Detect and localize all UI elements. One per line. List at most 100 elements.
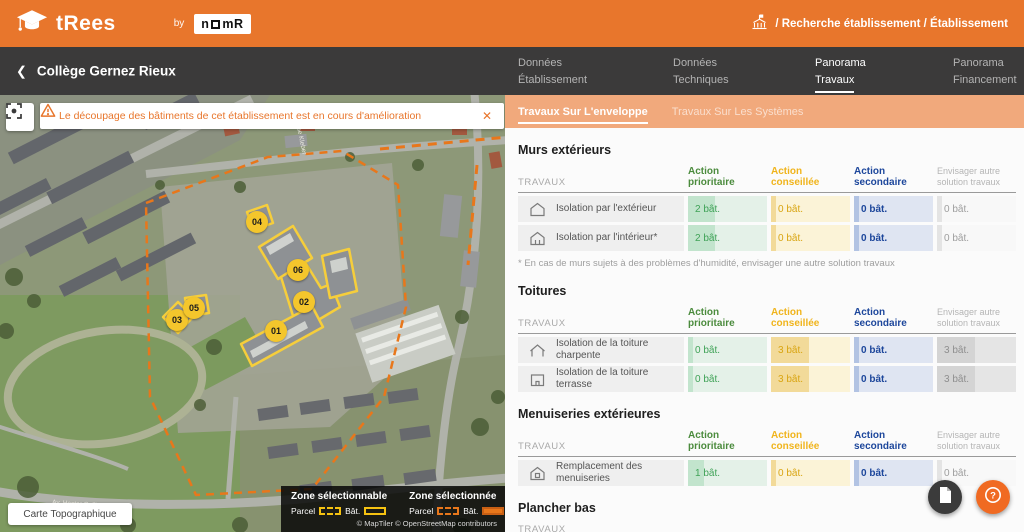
graduation-cap-icon — [16, 8, 48, 40]
value-text: 0 bât. — [854, 233, 887, 244]
value-text: 0 bât. — [854, 374, 887, 385]
value-text: 0 bât. — [854, 204, 887, 215]
tab-donnees-techniques[interactable]: DonnéesTechniques — [673, 55, 729, 88]
value-cell-green: 0 bât. — [688, 337, 767, 363]
column-header-travaux: TRAVAUX — [518, 177, 684, 188]
value-cell-gray: 3 bât. — [937, 366, 1016, 392]
value-text: 0 bât. — [771, 204, 803, 215]
svg-text:?: ? — [990, 490, 996, 501]
bat-label: Bât. — [345, 506, 360, 516]
value-cell-green: 1 bât. — [688, 460, 767, 486]
travaux-panel: Travaux Sur L'enveloppe Travaux Sur Les … — [505, 95, 1024, 532]
school-building-icon — [751, 14, 768, 33]
travaux-cell: Isolation de la toiture charpente — [518, 337, 684, 363]
value-cell-blue: 0 bât. — [854, 196, 933, 222]
brand-logo[interactable]: tRees — [16, 8, 116, 40]
column-header: Envisager autre solution travaux — [937, 430, 1016, 452]
building-marker-04[interactable]: 04 — [246, 211, 268, 233]
travaux-cell: Isolation par l'intérieur* — [518, 225, 684, 251]
close-icon[interactable]: ✕ — [480, 109, 494, 123]
value-cell-amber: 0 bât. — [771, 460, 850, 486]
column-header: Action secondaire — [854, 430, 933, 452]
value-cell-blue: 0 bât. — [854, 460, 933, 486]
table-header: TRAVAUXAction prioritaireAction conseill… — [518, 166, 1016, 193]
recenter-map-button[interactable] — [6, 103, 34, 131]
tab-travaux-systemes[interactable]: Travaux Sur Les Systèmes — [672, 95, 804, 128]
value-text: 0 bât. — [771, 468, 803, 479]
column-header: Action conseillée — [771, 307, 850, 329]
value-text: 0 bât. — [688, 374, 720, 385]
travaux-cell: Isolation par l'extérieur — [518, 196, 684, 222]
building-marker-05[interactable]: 05 — [183, 297, 205, 319]
map-canvas: Rue Kleber Av. Hector Golliot — [0, 95, 505, 532]
column-header: Envisager autre solution travaux — [937, 307, 1016, 329]
house-outline-icon — [518, 201, 556, 218]
parcel-label: Parcel — [291, 506, 315, 516]
value-text: 3 bât. — [937, 345, 969, 356]
legend-selected: Zone sélectionnée Parcel Bât. — [409, 491, 504, 516]
house-window-icon — [518, 465, 556, 482]
by-label: by — [174, 18, 185, 29]
breadcrumb[interactable]: / Recherche établissement / Établissemen… — [751, 14, 1008, 33]
tab-panorama-travaux[interactable]: PanoramaTravaux — [815, 55, 866, 93]
app-window: tRees by nmR / Recherche établissement /… — [0, 0, 1024, 532]
value-cell-blue: 0 bât. — [854, 225, 933, 251]
value-text: 3 bât. — [771, 345, 803, 356]
value-cell-blue: 0 bât. — [854, 337, 933, 363]
brand-name: tRees — [56, 12, 116, 36]
topographic-map-button[interactable]: Carte Topographique — [8, 503, 132, 525]
column-header-travaux: TRAVAUX — [518, 441, 684, 452]
namr-square-glyph — [211, 20, 220, 29]
help-button[interactable]: ? — [976, 480, 1010, 514]
section-menuiseries-ext-rieures: Menuiseries extérieures TRAVAUXAction pri… — [518, 407, 1016, 486]
column-header: Action prioritaire — [688, 307, 767, 329]
value-cell-plain: 0 bât. — [937, 225, 1016, 251]
export-document-button[interactable] — [928, 480, 962, 514]
map-legend: Zone sélectionnable Parcel Bât. Zone sél… — [281, 486, 505, 532]
travaux-label: Isolation par l'extérieur — [556, 203, 660, 216]
value-cell-gray: 3 bât. — [937, 337, 1016, 363]
value-text: 1 bât. — [688, 468, 720, 479]
tab-travaux-enveloppe[interactable]: Travaux Sur L'enveloppe — [518, 95, 648, 128]
panel-tabbar: Travaux Sur L'enveloppe Travaux Sur Les … — [505, 95, 1024, 128]
section-title: Menuiseries extérieures — [518, 407, 1016, 421]
tab-donnees-etablissement[interactable]: DonnéesÉtablissement — [518, 55, 587, 88]
table-row: Isolation par l'intérieur* 2 bât. 0 bât. 0 … — [518, 225, 1016, 251]
establishment-title: Collège Gernez Rieux — [37, 64, 176, 79]
travaux-label: Isolation de la toiture charpente — [556, 338, 684, 363]
value-cell-green: 2 bât. — [688, 225, 767, 251]
value-text: 2 bât. — [688, 204, 720, 215]
value-text: 3 bât. — [937, 374, 969, 385]
table-row: Isolation de la toiture terrasse0 bât.3 … — [518, 366, 1016, 392]
table-row: Isolation par l'extérieur 2 bât. 0 bât. 0 b… — [518, 196, 1016, 222]
value-cell-blue: 0 bât. — [854, 366, 933, 392]
value-text: 0 bât. — [937, 204, 969, 215]
table-row: Isolation de la toiture charpente0 bât.3… — [518, 337, 1016, 363]
travaux-label: Isolation par l'intérieur* — [556, 232, 661, 245]
satellite-map[interactable]: Rue Kleber Av. Hector Golliot 0102030405… — [0, 95, 505, 532]
roof-flat-icon — [518, 371, 556, 388]
back-chevron-icon[interactable]: ❮ — [16, 65, 27, 78]
table-header: TRAVAUXAction prioritaireAction conseill… — [518, 430, 1016, 457]
value-cell-amber: 3 bât. — [771, 366, 850, 392]
table-header: TRAVAUX — [518, 524, 1016, 532]
building-marker-01[interactable]: 01 — [265, 320, 287, 342]
travaux-cell: Remplacement des menuiseries — [518, 460, 684, 486]
value-text: 0 bât. — [937, 233, 969, 244]
section-footnote: * En cas de murs sujets à des problèmes … — [518, 258, 1016, 269]
roof-pitched-icon — [518, 342, 556, 359]
tab-panorama-financement[interactable]: PanoramaFinancement — [953, 55, 1017, 88]
value-text: 3 bât. — [771, 374, 803, 385]
namr-logo: nmR — [194, 14, 250, 34]
building-marker-06[interactable]: 06 — [287, 259, 309, 281]
house-interior-icon — [518, 230, 556, 247]
document-icon — [939, 487, 952, 508]
value-text: 0 bât. — [854, 468, 887, 479]
legend-selectable: Zone sélectionnable Parcel Bât. — [291, 491, 387, 516]
building-marker-02[interactable]: 02 — [293, 291, 315, 313]
parcel-selected-swatch — [437, 507, 459, 515]
map-attribution[interactable]: © MapTiler © OpenStreetMap contributors — [291, 516, 497, 530]
parcel-selectable-swatch — [319, 507, 341, 515]
column-header: Envisager autre solution travaux — [937, 166, 1016, 188]
column-header-travaux: TRAVAUX — [518, 318, 684, 329]
